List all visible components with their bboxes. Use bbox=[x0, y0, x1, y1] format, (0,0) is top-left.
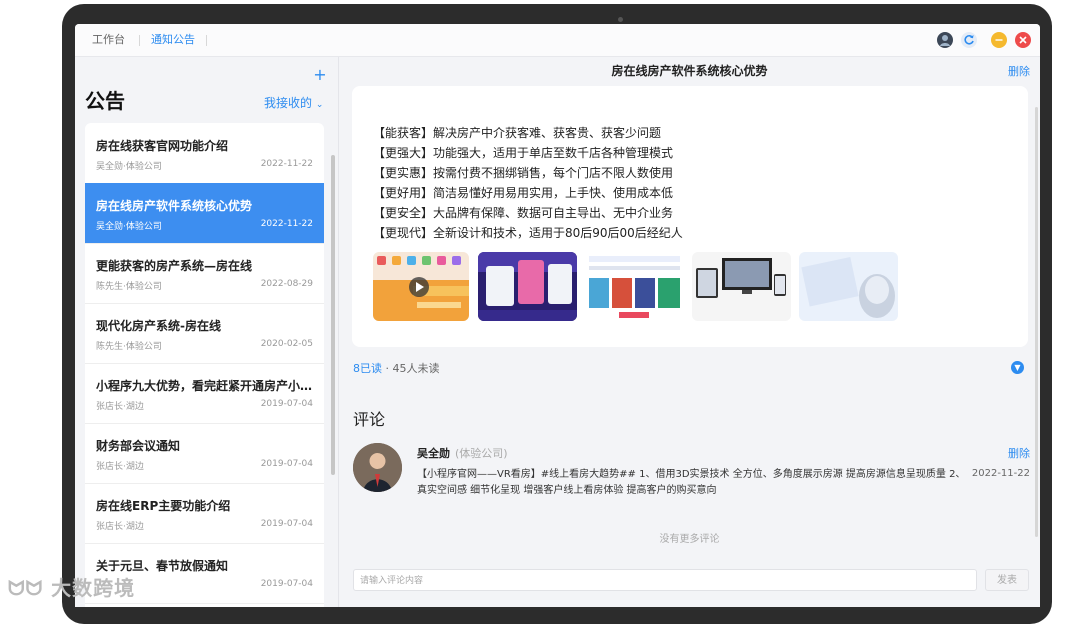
detail-header: 房在线房产软件系统核心优势 删除 bbox=[339, 57, 1040, 83]
chevron-down-icon[interactable]: ▼ bbox=[1011, 361, 1024, 374]
item-title: 房在线ERP主要功能介绍 bbox=[96, 499, 231, 513]
item-title: 更能获客的房产系统—房在线 bbox=[96, 259, 253, 273]
avatar bbox=[353, 443, 402, 492]
comment-author: 吴全勋 bbox=[417, 447, 450, 460]
tab-divider bbox=[139, 35, 140, 46]
tab-divider bbox=[206, 35, 207, 46]
sidebar-scrollbar[interactable] bbox=[331, 155, 335, 475]
filter-label: 我接收的 bbox=[264, 96, 313, 110]
tab-workbench[interactable]: 工作台 bbox=[92, 24, 125, 56]
app-window: 工作台 通知公告 + 公告 我接收的 ⌄ 房在线获客官网功能介绍 吴全勋·体验公… bbox=[75, 24, 1040, 607]
notice-detail: 房在线房产软件系统核心优势 删除 【能获客】解决房产中介获客难、获客贵、获客少问… bbox=[339, 57, 1040, 607]
watermark-logo: ᗢᗢ 大数跨境 bbox=[8, 576, 136, 600]
item-author: 吴全勋·体验公司 bbox=[96, 162, 162, 172]
item-title: 小程序九大优势，看完赶紧开通房产小程序 bbox=[96, 379, 316, 393]
notice-sidebar: + 公告 我接收的 ⌄ 房在线获客官网功能介绍 吴全勋·体验公司 2022-11… bbox=[75, 57, 339, 607]
video-thumbnail[interactable] bbox=[373, 252, 469, 321]
title-bar: 工作台 通知公告 bbox=[75, 24, 1040, 57]
filter-dropdown[interactable]: 我接收的 ⌄ bbox=[264, 94, 323, 111]
camera bbox=[618, 17, 623, 22]
detail-title: 房在线房产软件系统核心优势 bbox=[611, 64, 768, 78]
list-item[interactable]: 更能获客的房产系统—房在线 陈先生·体验公司 2022-08-29 bbox=[85, 243, 324, 304]
tab-notices[interactable]: 通知公告 bbox=[151, 24, 195, 56]
chevron-down-icon: ⌄ bbox=[315, 100, 324, 110]
user-avatar-icon[interactable] bbox=[937, 32, 953, 48]
item-date: 2019-07-04 bbox=[260, 579, 313, 589]
item-date: 2019-07-04 bbox=[260, 399, 313, 409]
item-author: 张店长·湖边 bbox=[96, 462, 144, 472]
comment-text: 【小程序官网——VR看房】#线上看房大趋势## 1、借用3D实景技术 全方位、多… bbox=[417, 469, 966, 496]
item-date: 2019-07-04 bbox=[260, 519, 313, 529]
content-line: 【更好用】简洁易懂好用易用实用，上手快、使用成本低 bbox=[373, 186, 674, 200]
content-line: 【更实惠】按需付费不捆绑销售，每个门店不限人数使用 bbox=[373, 166, 674, 180]
item-date: 2022-11-22 bbox=[260, 219, 313, 229]
refresh-icon[interactable] bbox=[961, 32, 977, 48]
item-title: 财务部会议通知 bbox=[96, 439, 181, 453]
item-date: 2022-08-29 bbox=[260, 279, 313, 289]
delete-notice-button[interactable]: 删除 bbox=[1008, 63, 1030, 79]
list-item[interactable]: 财务部会议通知 张店长·湖边 2019-07-04 bbox=[85, 423, 324, 484]
list-item[interactable]: 现代化房产系统-房在线 陈先生·体验公司 2020-02-05 bbox=[85, 303, 324, 364]
item-date: 2019-07-04 bbox=[260, 459, 313, 469]
no-more-comments: 没有更多评论 bbox=[659, 534, 720, 545]
robot-thumbnail[interactable] bbox=[799, 252, 898, 321]
list-item[interactable]: 房在线获客官网功能介绍 吴全勋·体验公司 2022-11-22 bbox=[85, 123, 324, 184]
plus-icon[interactable]: + bbox=[312, 65, 328, 84]
devices-thumbnail[interactable] bbox=[692, 252, 791, 321]
list-item[interactable]: 小程序九大优势，看完赶紧开通房产小程序 张店长·湖边 2019-07-04 bbox=[85, 363, 324, 424]
content-line: 【更现代】全新设计和技术，适用于80后90后00后经纪人 bbox=[373, 226, 683, 240]
list-item[interactable]: 房在线ERP主要功能介绍 张店长·湖边 2019-07-04 bbox=[85, 483, 324, 544]
delete-comment-button[interactable]: 删除 bbox=[1008, 445, 1030, 461]
item-author: 陈先生·体验公司 bbox=[96, 282, 162, 292]
minimize-icon[interactable] bbox=[991, 32, 1007, 48]
unread-count: · 45人未读 bbox=[385, 362, 440, 375]
content-line: 【更安全】大品牌有保障、数据可自主导出、无中介业务 bbox=[373, 206, 674, 220]
item-title: 房在线获客官网功能介绍 bbox=[96, 139, 229, 153]
item-title: 房在线房产软件系统核心优势 bbox=[96, 199, 253, 213]
item-author: 陈先生·体验公司 bbox=[96, 342, 162, 352]
comment-input[interactable]: 请输入评论内容 bbox=[353, 569, 977, 591]
page-title: 公告 bbox=[85, 89, 125, 113]
content-line: 【更强大】功能强大，适用于单店至数千店各种管理模式 bbox=[373, 146, 674, 160]
item-author: 吴全勋·体验公司 bbox=[96, 222, 162, 232]
item-author: 张店长·湖边 bbox=[96, 402, 144, 412]
item-author: 张店长·湖边 bbox=[96, 522, 144, 532]
comments-title: 评论 bbox=[353, 410, 386, 429]
notice-content-card: 【能获客】解决房产中介获客难、获客贵、获客少问题 【更强大】功能强大，适用于单店… bbox=[352, 86, 1028, 347]
comment-date: 2022-11-22 bbox=[971, 468, 1030, 479]
app-screens-thumbnail[interactable] bbox=[585, 252, 684, 321]
list-item-selected[interactable]: 房在线房产软件系统核心优势 吴全勋·体验公司 2022-11-22 bbox=[85, 183, 324, 244]
detail-scrollbar[interactable] bbox=[1035, 107, 1038, 537]
item-title: 现代化房产系统-房在线 bbox=[96, 319, 221, 333]
read-count: 8已读 bbox=[353, 362, 382, 375]
item-date: 2022-11-22 bbox=[260, 159, 313, 169]
item-date: 2020-02-05 bbox=[260, 339, 313, 349]
notice-list: 房在线获客官网功能介绍 吴全勋·体验公司 2022-11-22 房在线房产软件系… bbox=[85, 123, 324, 607]
close-icon[interactable] bbox=[1015, 32, 1031, 48]
read-status[interactable]: 8已读 · 45人未读 bbox=[353, 360, 440, 376]
screens-thumbnail[interactable] bbox=[478, 252, 577, 321]
content-line: 【能获客】解决房产中介获客难、获客贵、获客少问题 bbox=[373, 126, 662, 140]
send-button[interactable]: 发表 bbox=[985, 569, 1029, 591]
comment-org: (体验公司) bbox=[455, 447, 508, 460]
